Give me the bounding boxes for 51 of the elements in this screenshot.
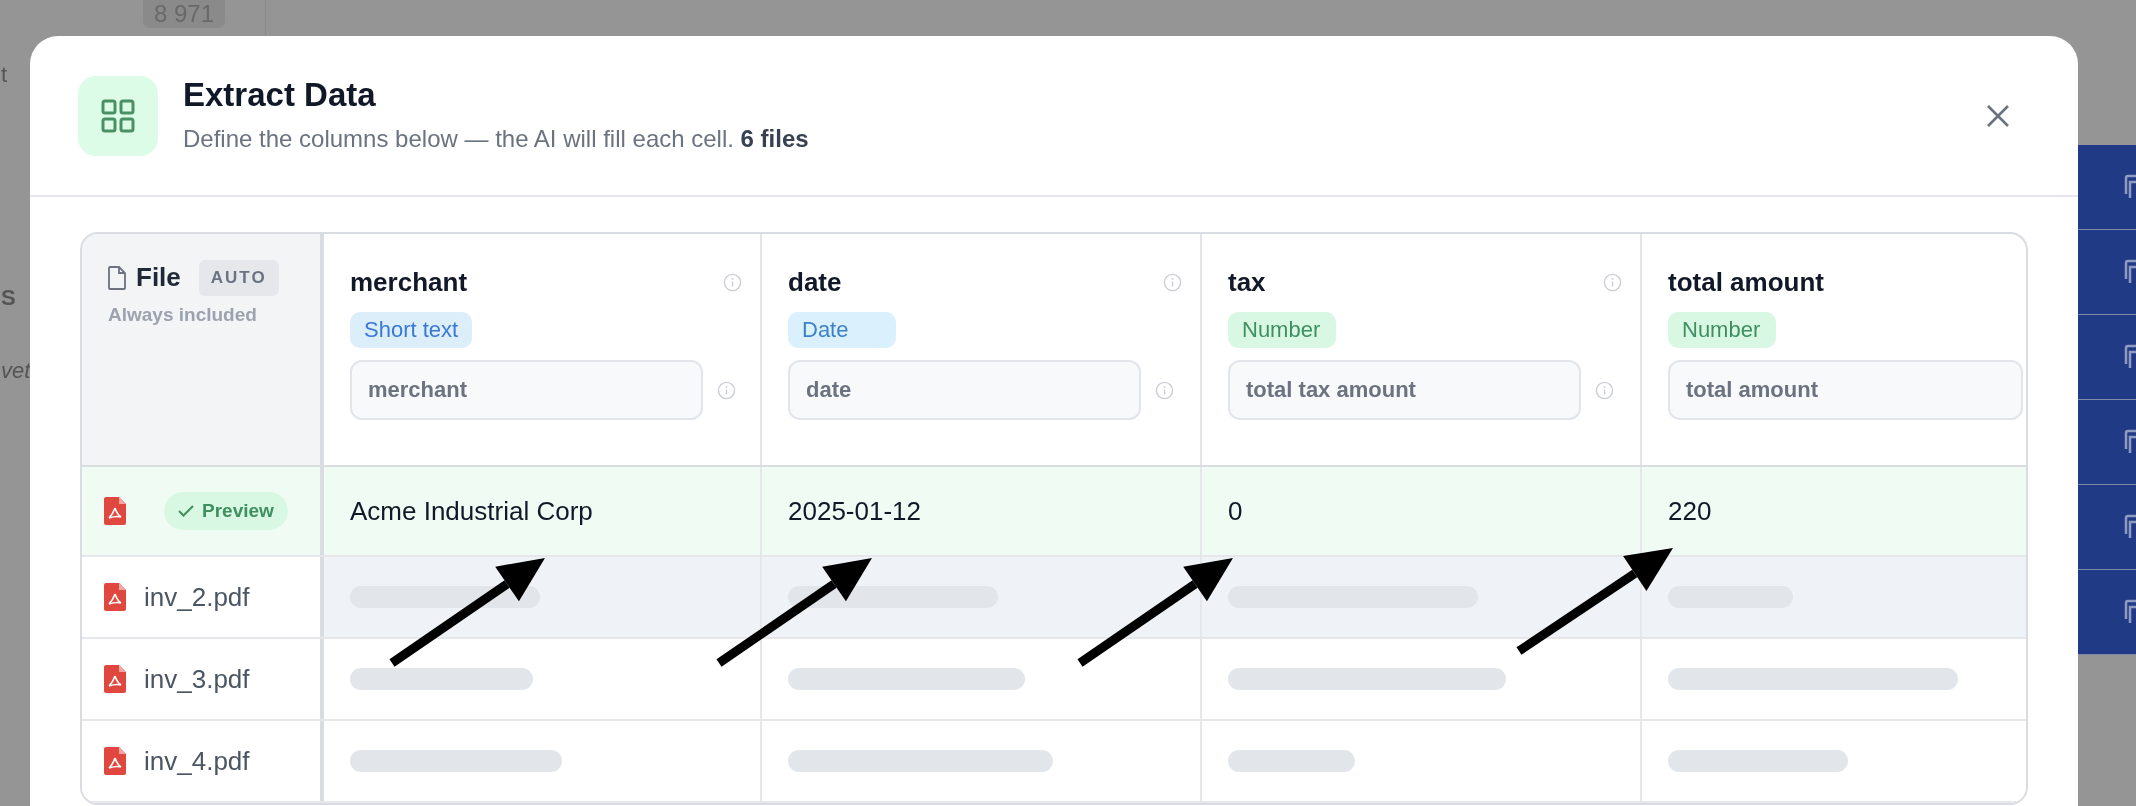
type-badge[interactable]: Number	[1668, 312, 1776, 348]
pdf-file-icon	[104, 747, 126, 775]
column-title: date	[788, 265, 842, 299]
info-icon	[1155, 380, 1174, 400]
copy-icon	[2124, 599, 2136, 625]
table-cell-text: 2025-01-12	[788, 494, 921, 528]
info-icon	[1163, 272, 1182, 292]
info-icon	[1595, 380, 1614, 400]
column-title: total amount	[1668, 265, 1824, 299]
sidebar-text: S	[1, 284, 16, 312]
sidebar-text: vet	[1, 357, 31, 385]
table-row[interactable]: inv_3.pdf	[82, 639, 2026, 721]
dialog-title: Extract Data	[183, 74, 377, 115]
auto-badge: AUTO	[198, 259, 279, 296]
description-field[interactable]: date	[788, 360, 1141, 420]
file-name: inv_3.pdf	[144, 662, 250, 696]
sidebar-text: t	[1, 61, 8, 89]
copy-icon	[2124, 344, 2136, 370]
type-badge[interactable]: Number	[1228, 312, 1336, 348]
copy-icon	[2124, 174, 2136, 200]
table-cell-text: 220	[1668, 494, 1712, 528]
grid-icon	[78, 75, 158, 156]
type-badge[interactable]: Short text	[350, 312, 473, 348]
description-field[interactable]: total tax amount	[1228, 360, 1581, 420]
pdf-file-icon	[104, 583, 126, 611]
column-title: merchant	[350, 265, 468, 299]
close-icon	[1985, 102, 2011, 129]
description-field[interactable]: merchant	[350, 360, 703, 420]
info-icon	[723, 272, 742, 292]
description-field[interactable]: total amount	[1668, 360, 2023, 420]
file-name: inv_4.pdf	[144, 744, 250, 778]
dialog-subtitle: Define the columns below — the AI will fill each cell. 6 files	[183, 124, 809, 155]
pdf-file-icon	[104, 665, 126, 693]
table-cell-text: Acme Industrial Corp	[350, 494, 593, 528]
copy-icon	[2124, 429, 2136, 455]
copy-icon	[2124, 514, 2136, 540]
info-icon	[1603, 272, 1622, 292]
preview-badge: Preview	[164, 492, 288, 530]
type-badge[interactable]: Date	[788, 312, 896, 348]
file-name: inv_2.pdf	[144, 580, 250, 614]
copy-icon	[2124, 259, 2136, 285]
table-row[interactable]: inv_4.pdf	[82, 721, 2026, 803]
info-icon	[717, 380, 736, 400]
pdf-file-icon	[104, 497, 126, 525]
column-note: Always included	[108, 303, 258, 327]
file-icon	[108, 265, 126, 290]
table-cell-text: 0	[1228, 494, 1243, 528]
table-row[interactable]: Preview Acme Industrial Corp 2025-01-12 0 220	[82, 467, 2026, 557]
column-title: File	[136, 261, 181, 294]
table-row[interactable]: inv_2.pdf	[82, 557, 2026, 639]
column-title: tax	[1228, 265, 1266, 299]
